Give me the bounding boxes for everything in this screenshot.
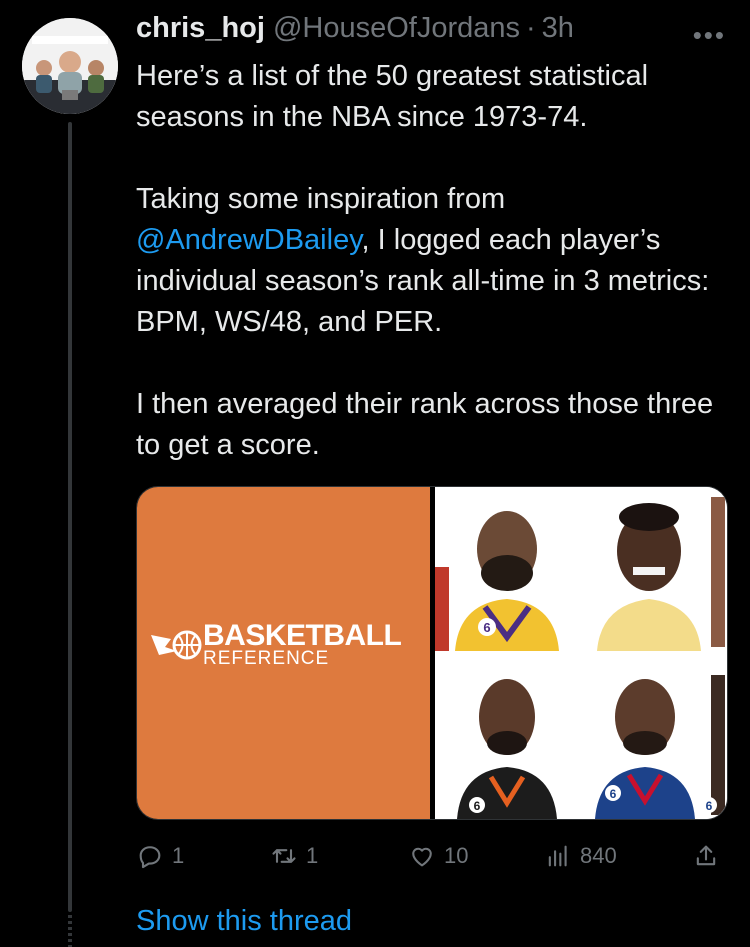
player-portrait-icon: 6 [435, 487, 577, 651]
basketball-logo-icon [151, 630, 202, 660]
heart-icon [412, 847, 432, 867]
thread-continuation-dots [68, 915, 72, 947]
avatar[interactable] [22, 18, 118, 114]
player-photo-top-left: 6 [435, 487, 579, 651]
tweet-paragraph-3: I then averaged their rank across those … [136, 388, 714, 461]
logo-line-2: REFERENCE [203, 648, 330, 669]
player-photo-bottom-right: 6 6 [583, 655, 727, 819]
tweet-paragraph-2: Taking some inspiration from @AndrewDBai… [136, 179, 726, 343]
tweet-header: chris_hoj @HouseOfJordans · 3h [136, 12, 726, 56]
more-options-icon[interactable]: ••• [693, 20, 726, 51]
show-thread-link[interactable]: Show this thread [136, 905, 352, 938]
player-portrait-icon: 6 6 [583, 655, 725, 819]
views-count: 840 [580, 843, 617, 868]
display-name[interactable]: chris_hoj [136, 12, 265, 45]
jersey-number: 6 [706, 799, 713, 813]
player-portrait-icon: 6 [435, 655, 577, 819]
logo-line-1: BASKETBALL [203, 619, 402, 652]
share-icon [696, 845, 716, 866]
user-handle[interactable]: @HouseOfJordans [273, 12, 520, 45]
tweet-text: Here’s a list of the 50 greatest statist… [136, 56, 726, 466]
like-count: 10 [444, 843, 469, 868]
reply-count: 1 [172, 843, 185, 868]
text-segment: Taking some inspiration from [136, 183, 506, 215]
views-button[interactable]: 840 [544, 842, 617, 870]
retweet-count: 1 [306, 843, 319, 868]
player-portrait-icon [583, 487, 725, 651]
jersey-number: 6 [474, 799, 481, 813]
retweet-button[interactable]: 1 [270, 842, 318, 870]
media-image-players[interactable]: 6 6 6 6 [435, 487, 727, 819]
tweet-paragraph-1: Here’s a list of the 50 greatest statist… [136, 60, 649, 133]
logo-text: BASKETBALL REFERENCE [203, 619, 402, 669]
reply-icon [139, 846, 161, 869]
mention-link[interactable]: @AndrewDBailey [136, 224, 362, 256]
player-photo-top-right [583, 487, 727, 651]
tweet-content: chris_hoj @HouseOfJordans · 3h ••• Here’… [136, 12, 728, 869]
like-button[interactable]: 10 [408, 842, 468, 870]
media-image-logo[interactable]: BASKETBALL REFERENCE [137, 487, 430, 819]
views-bar-chart-icon [548, 845, 567, 867]
jersey-number: 6 [610, 787, 617, 801]
basketball-reference-logo: BASKETBALL REFERENCE [151, 619, 402, 669]
player-photo-bottom-left: 6 [435, 655, 579, 819]
timestamp[interactable]: 3h [542, 12, 574, 45]
retweet-icon [272, 849, 296, 863]
jersey-number: 6 [483, 620, 490, 635]
share-button[interactable] [692, 842, 720, 870]
reply-button[interactable]: 1 [136, 842, 184, 870]
tweet-media[interactable]: BASKETBALL REFERENCE 6 6 6 6 [136, 486, 728, 820]
tweet-actions: 1 1 10 840 [136, 838, 726, 874]
avatar-photo [22, 18, 118, 114]
thread-line [68, 122, 72, 912]
separator: · [526, 12, 536, 44]
